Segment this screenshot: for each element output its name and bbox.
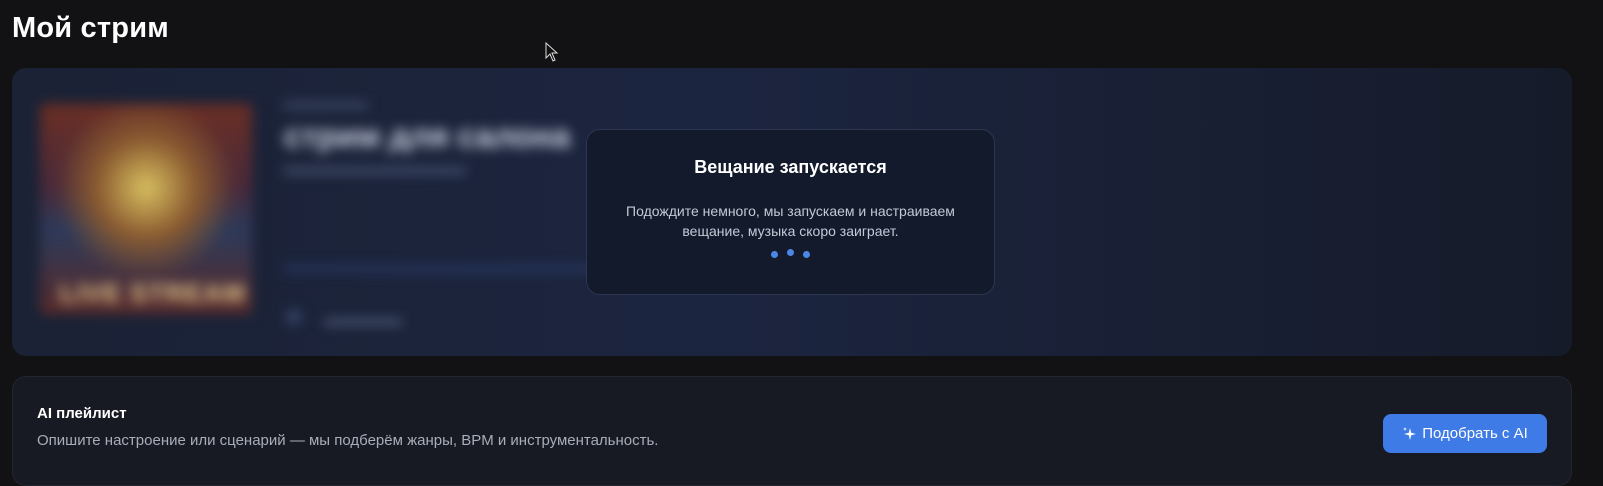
modal-message: Подождите немного, мы запускаем и настра… [607,201,974,241]
pick-with-ai-button[interactable]: Подобрать с AI [1383,414,1547,453]
sparkle-icon [1403,426,1417,440]
loading-dot [771,251,778,258]
modal-title: Вещание запускается [694,157,887,177]
stream-subtitle: ▬▬▬▬▬▬▬▬▬▬▬▬▬ [284,160,466,176]
stream-title: стрим для салона [284,118,571,154]
modal-message-line-1: Подождите немного, мы запускаем и настра… [626,203,955,219]
stream-card: LIVE STREAM ▬▬▬▬▬▬▬ стрим для салона ▬▬▬… [12,68,1572,356]
modal-message-line-2: вещание, музыка скоро заиграет. [682,223,899,239]
pick-with-ai-button-label: Подобрать с AI [1422,425,1528,442]
ai-playlist-card: AI плейлист Опишите настроение или сцена… [12,376,1572,486]
page-title: Мой стрим [12,12,169,44]
stream-status-label: ▬▬▬▬▬▬ [324,312,402,327]
stream-cover-text: LIVE STREAM [60,278,246,308]
stream-category: ▬▬▬▬▬▬▬ [284,96,368,110]
stream-status-icon [287,310,301,324]
ai-playlist-description: Опишите настроение или сценарий — мы под… [37,432,659,449]
ai-playlist-title: AI плейлист [37,405,127,422]
launch-status-modal: Вещание запускается Подождите немного, м… [586,129,995,295]
mouse-cursor-icon [545,42,559,62]
loading-dot [787,249,794,256]
loading-dots-icon [587,249,994,258]
loading-dot [803,251,810,258]
